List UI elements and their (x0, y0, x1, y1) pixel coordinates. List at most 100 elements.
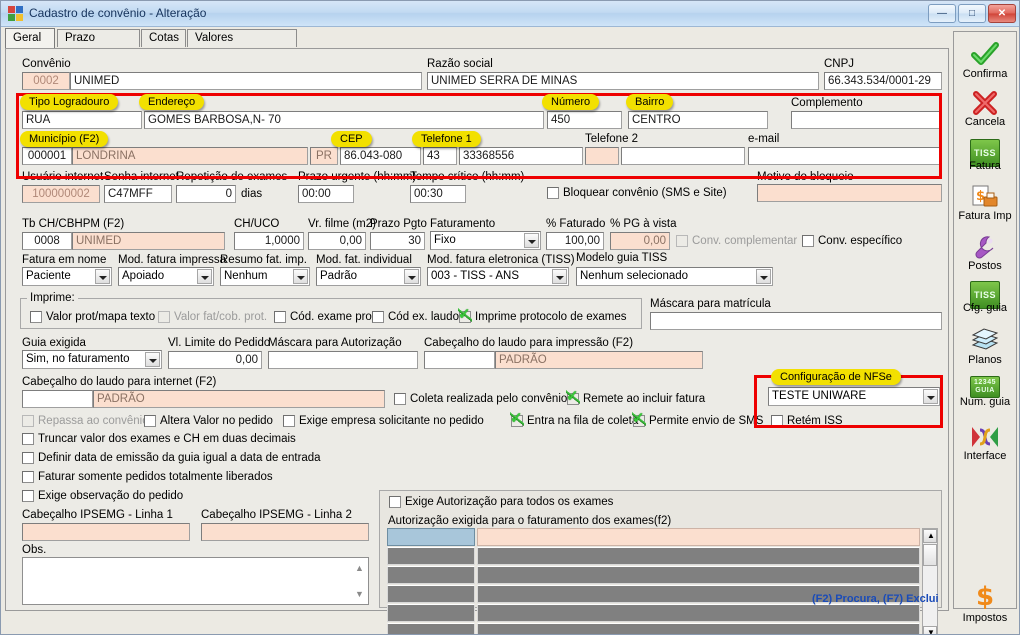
toolbar-button-interface[interactable]: Interface (954, 420, 1016, 462)
field-telefone2-ddd[interactable] (585, 147, 619, 165)
toolbar-button-num-guia[interactable]: 12345 GUIA Num. guia (954, 372, 1016, 408)
checkbox-bloquear-convenio[interactable]: Bloquear convênio (SMS e Site) (547, 187, 727, 200)
field-municipio-name[interactable]: LONDRINA (72, 147, 308, 165)
scrollbar-thumb[interactable] (923, 544, 937, 566)
checkbox-definir-data-emissao[interactable]: Definir data de emissão da guia igual a … (22, 452, 321, 465)
checkbox-conv-especifico[interactable]: Conv. específico (802, 235, 902, 248)
field-cabecalho-ipsemg-2[interactable] (201, 523, 369, 541)
checkbox-valor-fat-cob-prot[interactable]: Valor fat/cob. prot. (158, 311, 267, 324)
toolbar-button-cfg-guia[interactable]: TISS Cfg. guia (954, 278, 1016, 314)
close-button[interactable]: ✕ (988, 4, 1016, 23)
field-vl-limite-pedido[interactable]: 0,00 (168, 351, 262, 369)
checkbox-exige-empresa-solicitante[interactable]: Exige empresa solicitante no pedido (283, 415, 484, 428)
checkbox-entra-fila-coleta[interactable]: ✓ Entra na fila de coleta (510, 411, 638, 428)
checkbox-repassa-ao-convenio[interactable]: Repassa ao convênio (22, 415, 149, 428)
tab-valores-diferenciados[interactable]: Valores diferenciados (187, 29, 297, 61)
checkbox-truncar-valor[interactable]: Truncar valor dos exames e CH em duas de… (22, 433, 296, 446)
checkbox-coleta-realizada-convenio[interactable]: Coleta realizada pelo convênio (394, 393, 567, 406)
toolbar-button-cancela[interactable]: Cancela (954, 86, 1016, 128)
select-mod-fatura-eletronica[interactable]: 003 - TISS - ANS (427, 267, 569, 286)
checkbox-altera-valor-pedido[interactable]: Altera Valor no pedido (144, 415, 273, 428)
tab-cotas[interactable]: Cotas (141, 29, 186, 47)
field-razao-social[interactable]: UNIMED SERRA DE MINAS (427, 72, 819, 90)
checkbox-cod-ex-laudo[interactable]: Cód ex. laudo (372, 311, 459, 324)
chevron-down-icon[interactable]: ▼ (355, 589, 364, 599)
field-ch-uco[interactable]: 1,0000 (234, 232, 304, 250)
grid-cell[interactable] (477, 604, 920, 622)
field-mascara-autorizacao[interactable] (268, 351, 418, 369)
tab-prazo-entrega[interactable]: Prazo Entrega (57, 29, 140, 61)
field-complemento[interactable] (791, 111, 942, 129)
grid-scrollbar[interactable]: ▲ ▼ (922, 528, 938, 634)
field-usuario-internet[interactable]: 100000002 (22, 185, 100, 203)
field-cabecalho-laudo-impressao-code[interactable] (424, 351, 495, 369)
maximize-button[interactable]: □ (958, 4, 986, 23)
toolbar-button-postos[interactable]: Postos (954, 230, 1016, 272)
field-convenio-code[interactable]: 0002 (22, 72, 70, 90)
table-row[interactable] (387, 547, 920, 565)
field-telefone2[interactable] (621, 147, 745, 165)
toolbar-button-fatura[interactable]: TISS Fatura (954, 136, 1016, 172)
field-telefone1-ddd[interactable]: 43 (423, 147, 457, 165)
grid-cell[interactable] (387, 623, 475, 634)
field-cnpj[interactable]: 66.343.534/0001-29 (824, 72, 942, 90)
table-row[interactable] (387, 623, 920, 634)
scroll-down-icon[interactable]: ▼ (923, 626, 937, 634)
grid-cell[interactable] (477, 547, 920, 565)
select-mod-fat-individual[interactable]: Padrão (316, 267, 421, 286)
table-row[interactable] (387, 528, 920, 546)
field-numero[interactable]: 450 (547, 111, 622, 129)
field-tipo-logradouro[interactable]: RUA (22, 111, 142, 129)
grid-cell[interactable] (387, 566, 475, 584)
grid-cell[interactable] (387, 547, 475, 565)
checkbox-retem-iss[interactable]: Retém ISS (771, 415, 843, 428)
select-modelo-guia-tiss[interactable]: Nenhum selecionado (576, 267, 773, 286)
field-mascara-matricula[interactable] (650, 312, 942, 330)
checkbox-conv-complementar[interactable]: Conv. complementar (676, 235, 797, 248)
textarea-obs[interactable]: ▲ ▼ (22, 557, 369, 605)
field-tb-ch-code[interactable]: 0008 (22, 232, 72, 250)
field-bairro[interactable]: CENTRO (628, 111, 768, 129)
field-municipio-code[interactable]: 000001 (22, 147, 72, 165)
toolbar-button-planos[interactable]: Planos (954, 324, 1016, 366)
chevron-up-icon[interactable]: ▲ (355, 563, 364, 573)
field-email[interactable] (748, 147, 942, 165)
field-pct-faturado[interactable]: 100,00 (546, 232, 604, 250)
field-cabecalho-ipsemg-1[interactable] (22, 523, 190, 541)
checkbox-exige-autorizacao-todos[interactable]: Exige Autorização para todos os exames (389, 496, 613, 509)
grid-cell[interactable] (387, 604, 475, 622)
select-faturamento[interactable]: Fixo (430, 231, 541, 250)
field-tb-ch-name[interactable]: UNIMED (72, 232, 225, 250)
tab-geral[interactable]: Geral (5, 28, 55, 48)
checkbox-faturar-somente-liberados[interactable]: Faturar somente pedidos totalmente liber… (22, 471, 273, 484)
checkbox-remete-ao-incluir-fatura[interactable]: ✓ Remete ao incluir fatura (566, 389, 705, 406)
field-cep[interactable]: 86.043-080 (340, 147, 421, 165)
field-senha-internet[interactable]: C47MFF (104, 185, 172, 203)
grid-cell[interactable] (477, 566, 920, 584)
select-mod-fatura-impressa[interactable]: Apoiado (118, 267, 214, 286)
field-vr-filme[interactable]: 0,00 (308, 232, 366, 250)
checkbox-imprime-protocolo-exames[interactable]: ✓ Imprime protocolo de exames (458, 307, 626, 324)
select-configuracao-nfse[interactable]: TESTE UNIWARE (768, 387, 940, 406)
field-cabecalho-laudo-internet-name[interactable]: PADRÃO (93, 390, 385, 408)
field-prazo-pgto[interactable]: 30 (370, 232, 425, 250)
grid-cell[interactable] (387, 585, 475, 603)
checkbox-valor-prot-mapa-texto[interactable]: Valor prot/mapa texto (30, 311, 155, 324)
toolbar-button-fatura-imp[interactable]: $ Fatura Imp (954, 180, 1016, 222)
field-prazo-urgente[interactable]: 00:00 (298, 185, 354, 203)
select-fatura-em-nome[interactable]: Paciente (22, 267, 112, 286)
grid-cell[interactable] (477, 528, 920, 546)
toolbar-button-impostos[interactable]: $ Impostos (954, 582, 1016, 624)
field-cabecalho-laudo-internet-code[interactable] (22, 390, 93, 408)
field-cabecalho-laudo-impressao-name[interactable]: PADRÃO (495, 351, 703, 369)
checkbox-permite-envio-sms[interactable]: ✓ Permite envio de SMS (632, 411, 763, 428)
field-endereco[interactable]: GOMES BARBOSA,N- 70 (144, 111, 544, 129)
table-row[interactable] (387, 566, 920, 584)
field-telefone1[interactable]: 33368556 (459, 147, 583, 165)
field-uf[interactable]: PR (310, 147, 338, 165)
grid-cell-selected[interactable] (387, 528, 475, 546)
minimize-button[interactable]: — (928, 4, 956, 23)
field-pct-pg-vista[interactable]: 0,00 (610, 232, 670, 250)
field-convenio-name[interactable]: UNIMED (70, 72, 422, 90)
table-row[interactable] (387, 604, 920, 622)
